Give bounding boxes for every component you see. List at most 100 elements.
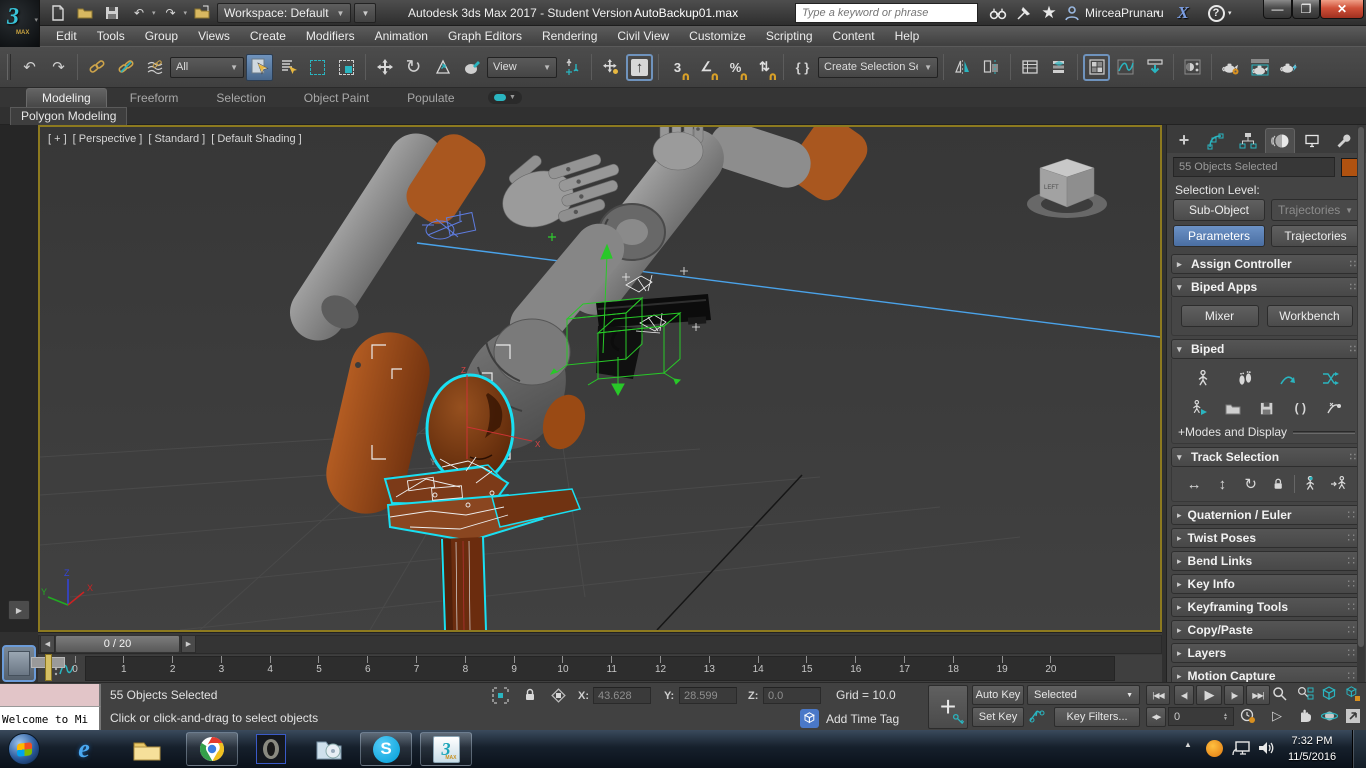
track-vertical-icon[interactable]: ↕: [1209, 473, 1235, 495]
tab-hierarchy[interactable]: [1233, 128, 1263, 153]
tab-utilities[interactable]: [1329, 128, 1359, 153]
user-dropdown-arrow[interactable]: ▾: [1156, 2, 1160, 24]
ribbon-config-button[interactable]: ▼: [488, 91, 522, 104]
taskbar-documents-folder[interactable]: [306, 732, 352, 766]
keyboard-shortcut-override-button[interactable]: ↑: [626, 54, 653, 81]
trajectories-dropdown[interactable]: Trajectories▼: [1271, 199, 1360, 221]
communication-center-icon[interactable]: [1012, 2, 1036, 24]
body-select-icon[interactable]: [1298, 473, 1324, 495]
snaps-toggle-3d-button[interactable]: 3: [664, 54, 691, 81]
tab-display[interactable]: [1297, 128, 1327, 153]
help-icon[interactable]: ?: [1204, 2, 1228, 24]
tab-create[interactable]: +: [1169, 128, 1199, 153]
start-button[interactable]: [5, 732, 43, 766]
menu-animation[interactable]: Animation: [365, 27, 438, 45]
viewport-standard-menu[interactable]: [ Standard ]: [148, 133, 205, 145]
menu-group[interactable]: Group: [135, 27, 188, 45]
maximize-viewport-toggle-button[interactable]: [1345, 708, 1361, 724]
named-selection-sets-dropdown[interactable]: Create Selection Se▼: [818, 57, 938, 78]
pan-button[interactable]: [1297, 708, 1312, 723]
user-account-icon[interactable]: [1062, 2, 1082, 24]
selection-filter-dropdown[interactable]: All▼: [170, 57, 244, 78]
time-tag-cube-icon[interactable]: [800, 709, 819, 728]
show-desktop-button[interactable]: [1352, 730, 1366, 768]
menu-graph-editors[interactable]: Graph Editors: [438, 27, 532, 45]
select-and-scale-button[interactable]: [429, 54, 456, 81]
rollout-twist-poses[interactable]: Twist Poses: [1171, 528, 1362, 548]
menu-scripting[interactable]: Scripting: [756, 27, 823, 45]
convert-icon[interactable]: ( ): [1287, 397, 1313, 419]
undo-dropdown-arrow[interactable]: ▾: [152, 9, 156, 17]
rollout-assign-controller[interactable]: ▸ Assign Controller ∷: [1171, 254, 1362, 274]
tray-network-icon[interactable]: [1232, 740, 1251, 757]
workspace-dropdown[interactable]: Workspace: Default▼: [217, 3, 351, 23]
ribbon-tab-freeform[interactable]: Freeform: [115, 89, 194, 107]
maxscript-listener-macro[interactable]: [0, 684, 101, 707]
absolute-offset-toggle-icon[interactable]: [550, 687, 567, 704]
align-button[interactable]: [978, 54, 1005, 81]
current-frame-field[interactable]: 0▲▼: [1168, 707, 1234, 726]
zoom-extents-all-button[interactable]: [1345, 686, 1361, 702]
selection-lock-toggle-icon[interactable]: [522, 687, 538, 703]
viewport-shading-menu[interactable]: [ Default Shading ]: [211, 133, 302, 145]
robot-hand-right[interactable]: [653, 127, 703, 170]
symmetrical-select-icon[interactable]: [1326, 473, 1352, 495]
workbench-button[interactable]: Workbench: [1267, 305, 1353, 327]
taskbar-3dsmax[interactable]: 3MAX: [420, 732, 472, 766]
select-and-rotate-button[interactable]: ↻: [400, 54, 427, 81]
z-coordinate-field[interactable]: 0.0: [763, 687, 821, 704]
open-file-button[interactable]: [73, 2, 97, 24]
viewcube[interactable]: LEFT: [1027, 159, 1107, 218]
auto-key-button[interactable]: Auto Key: [972, 685, 1024, 705]
motion-flow-mode-icon[interactable]: [1275, 367, 1301, 389]
x-coordinate-field[interactable]: 43.628: [593, 687, 651, 704]
undo-button[interactable]: ↶: [127, 2, 151, 24]
tab-motion[interactable]: [1265, 128, 1295, 153]
selection-region-cycle-icon[interactable]: [492, 687, 509, 704]
toggle-ribbon-button[interactable]: [1083, 54, 1110, 81]
spinner-icon[interactable]: ▲▼: [1223, 713, 1228, 721]
rectangular-selection-region-button[interactable]: [304, 54, 331, 81]
taskbar-chrome[interactable]: [186, 732, 238, 766]
tray-expand-icon[interactable]: ▲: [1180, 740, 1196, 749]
track-horizontal-icon[interactable]: ↔: [1181, 473, 1207, 495]
load-file-icon[interactable]: [1220, 397, 1246, 419]
menu-tools[interactable]: Tools: [87, 27, 135, 45]
modes-and-display-expander[interactable]: +Modes and Display: [1176, 423, 1357, 439]
goto-end-button[interactable]: ▶▶|: [1246, 685, 1270, 705]
add-time-tag-button[interactable]: Add Time Tag: [826, 712, 899, 726]
taskbar-skype[interactable]: S: [360, 732, 412, 766]
field-of-view-button[interactable]: ▷: [1272, 708, 1282, 724]
y-coordinate-field[interactable]: 28.599: [679, 687, 737, 704]
material-editor-button[interactable]: [1179, 54, 1206, 81]
goto-start-button[interactable]: |◀◀: [1146, 685, 1170, 705]
app-logo-3dsmax[interactable]: 3 MAX ▾: [0, 0, 40, 47]
biped-playback-icon[interactable]: [1186, 397, 1212, 419]
trajectories-button[interactable]: Trajectories: [1271, 225, 1360, 247]
select-and-manipulate-button[interactable]: [597, 54, 624, 81]
taskbar-windows-explorer[interactable]: [124, 732, 170, 766]
reference-coordinate-system-dropdown[interactable]: View▼: [487, 57, 557, 78]
tray-volume-icon[interactable]: [1258, 740, 1275, 756]
pistol[interactable]: [596, 294, 711, 379]
mixer-button[interactable]: Mixer: [1181, 305, 1259, 327]
viewport-tab-arrow-button[interactable]: ▶: [8, 600, 30, 620]
next-frame-button[interactable]: |▶: [1224, 685, 1244, 705]
project-folder-button[interactable]: [190, 2, 214, 24]
perspective-viewport[interactable]: [ + ] [ Perspective ] [ Standard ] [ Def…: [38, 125, 1162, 632]
sub-object-button[interactable]: Sub-Object: [1173, 199, 1265, 221]
ribbon-tab-object-paint[interactable]: Object Paint: [289, 89, 384, 107]
key-mode-toggle-button[interactable]: ◀▶: [1146, 707, 1166, 727]
next-frame-nudge[interactable]: ▶: [181, 635, 196, 653]
schematic-view-button[interactable]: [1141, 54, 1168, 81]
select-and-place-button[interactable]: [458, 54, 485, 81]
angle-snap-toggle-button[interactable]: ∠: [693, 54, 720, 81]
previous-frame-nudge[interactable]: ◀: [40, 635, 55, 653]
orbit-button[interactable]: [1321, 708, 1338, 724]
zoom-extents-button[interactable]: [1321, 686, 1337, 702]
move-all-mode-icon[interactable]: [1321, 397, 1347, 419]
rollout-layers[interactable]: Layers: [1171, 643, 1362, 663]
maximize-button[interactable]: ❐: [1292, 0, 1320, 19]
menu-civil-view[interactable]: Civil View: [607, 27, 679, 45]
time-configuration-button[interactable]: [1240, 708, 1257, 725]
